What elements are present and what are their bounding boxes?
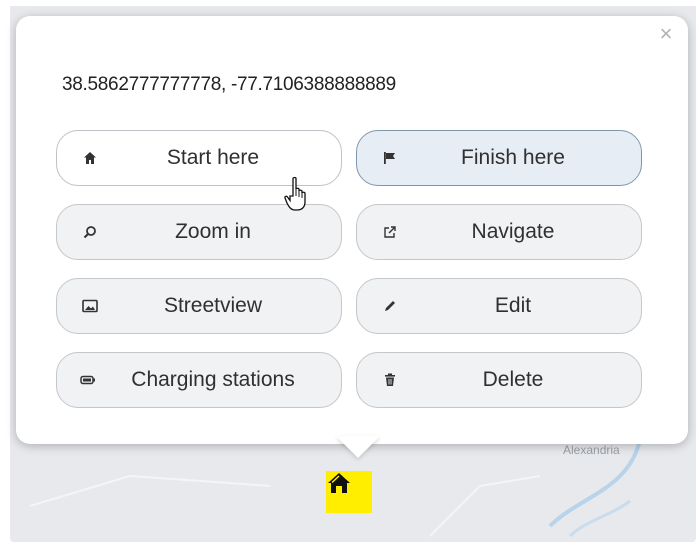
trash-icon (381, 371, 399, 389)
map-place-label: Alexandria (563, 443, 620, 457)
pencil-icon (381, 297, 399, 315)
edit-button[interactable]: Edit (356, 278, 642, 334)
edit-label: Edit (494, 294, 532, 317)
zoom-in-label: Zoom in (175, 220, 251, 243)
charging-stations-label: Charging stations (131, 368, 295, 391)
charging-stations-button[interactable]: Charging stations (56, 352, 342, 408)
start-here-label: Start here (166, 146, 260, 169)
finish-here-label: Finish here (461, 146, 565, 169)
navigate-button[interactable]: Navigate (356, 204, 642, 260)
delete-label: Delete (482, 368, 544, 391)
flag-icon (381, 149, 399, 167)
close-button[interactable]: × (654, 22, 678, 46)
home-icon (81, 149, 99, 167)
map-popup: × 38.5862777777778, -77.7106388888889 St… (16, 16, 688, 444)
streetview-button[interactable]: Streetview (56, 278, 342, 334)
coordinates-text: 38.5862777777778, -77.7106388888889 (62, 74, 396, 95)
finish-here-button[interactable]: Finish here (356, 130, 642, 186)
home-icon (328, 473, 350, 493)
navigate-label: Navigate (471, 220, 555, 243)
popup-pointer (336, 436, 380, 458)
battery-icon (79, 371, 97, 389)
magnifier-icon (81, 223, 99, 241)
image-icon (81, 297, 99, 315)
location-marker[interactable] (326, 471, 372, 513)
external-link-icon (381, 223, 399, 241)
delete-button[interactable]: Delete (356, 352, 642, 408)
streetview-label: Streetview (163, 294, 263, 317)
hand-cursor-icon (284, 176, 314, 217)
